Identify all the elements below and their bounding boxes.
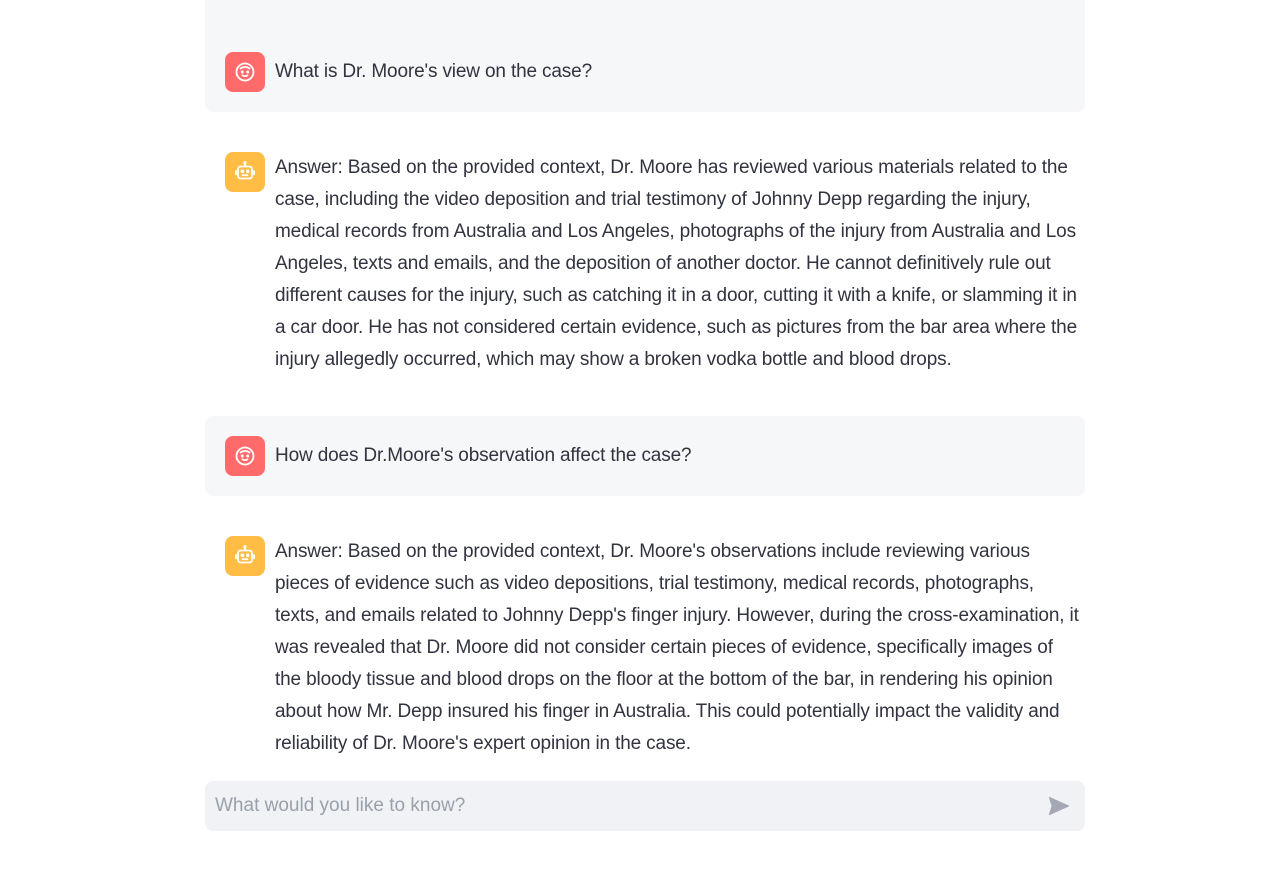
chat-message-assistant: Answer: Based on the provided context, D…: [205, 516, 1085, 766]
robot-icon: [225, 536, 265, 576]
chat-message-user: How does Dr.Moore's observation affect t…: [205, 416, 1085, 496]
chat-message-text: How does Dr.Moore's observation affect t…: [275, 445, 692, 466]
chat-message-text: Answer: Based on the provided context, D…: [275, 157, 1077, 370]
chat-message-text: What is Dr. Moore's view on the case?: [275, 61, 592, 82]
chat-message-user: What is Dr. Moore's view on the case?: [205, 0, 1085, 112]
chat-message-text: Answer: Based on the provided context, D…: [275, 541, 1079, 754]
chat-input-container: [205, 781, 1085, 831]
robot-icon: [225, 152, 265, 192]
user-face-icon: [225, 436, 265, 476]
chat-input[interactable]: [205, 781, 1025, 831]
send-button[interactable]: [1045, 792, 1073, 820]
user-face-icon: [225, 52, 265, 92]
send-icon: [1047, 794, 1071, 818]
chat-container: What is Dr. Moore's view on the case? An…: [205, 0, 1085, 887]
chat-message-assistant: Answer: Based on the provided context, D…: [205, 132, 1085, 396]
